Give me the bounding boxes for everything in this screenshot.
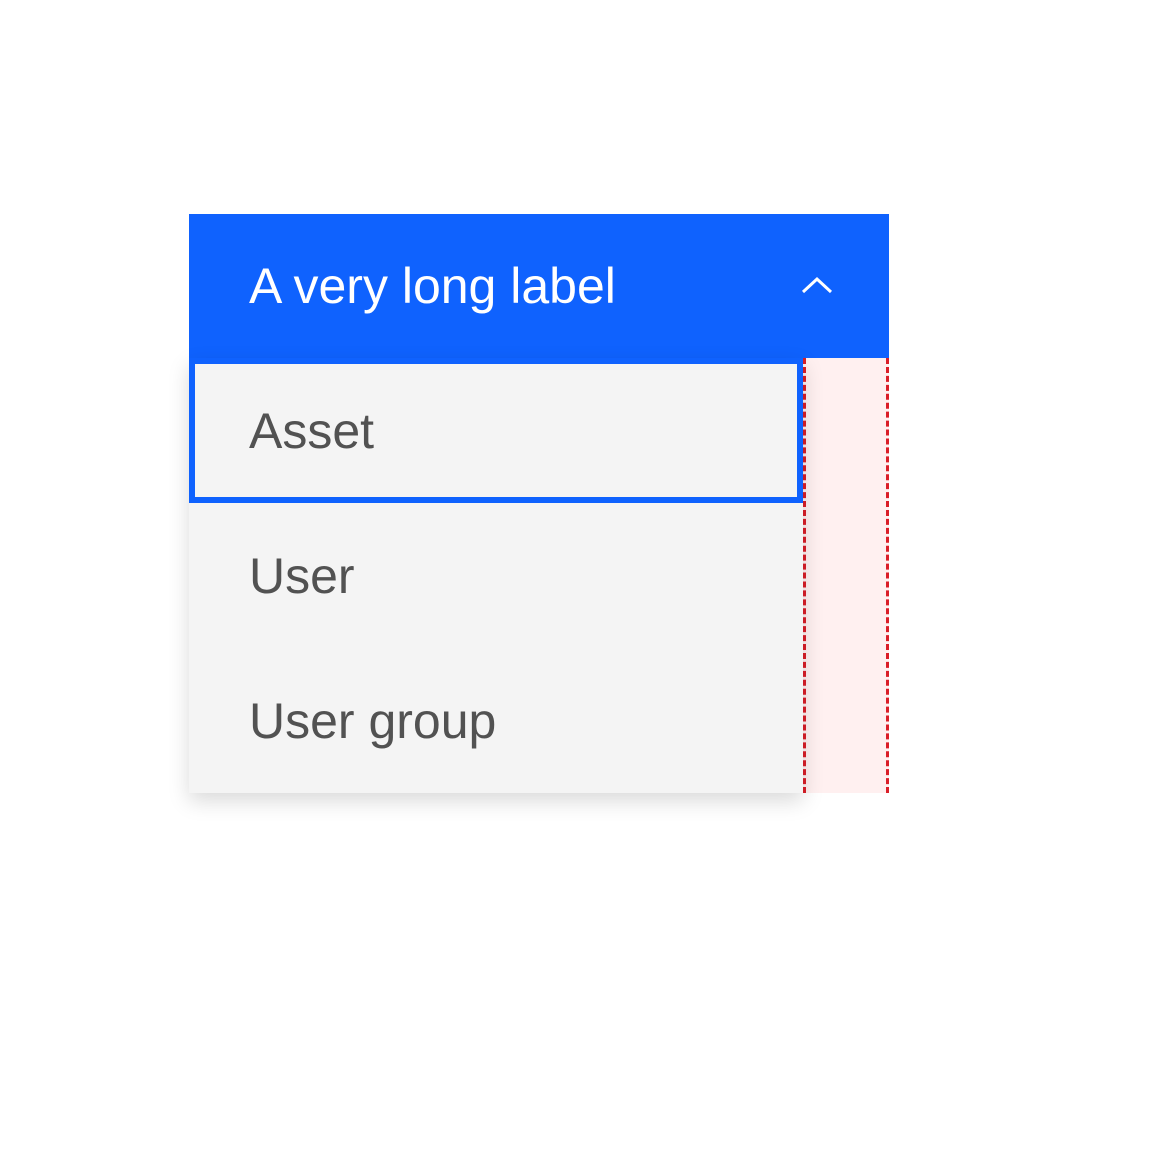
- dropdown-option-label: User group: [249, 692, 496, 750]
- dropdown-body: Asset User User group: [189, 358, 889, 793]
- dropdown-option-asset[interactable]: Asset: [189, 358, 803, 503]
- dropdown-toggle[interactable]: A very long label: [189, 214, 889, 358]
- overflow-indicator: [803, 358, 889, 793]
- dropdown-menu: Asset User User group: [189, 358, 803, 793]
- dropdown-option-user-group[interactable]: User group: [189, 648, 803, 793]
- dropdown-option-label: User: [249, 547, 355, 605]
- dropdown: A very long label Asset User User group: [189, 214, 889, 793]
- dropdown-option-label: Asset: [249, 402, 374, 460]
- dropdown-option-user[interactable]: User: [189, 503, 803, 648]
- dropdown-selected-label: A very long label: [249, 257, 616, 315]
- chevron-up-icon: [799, 268, 835, 304]
